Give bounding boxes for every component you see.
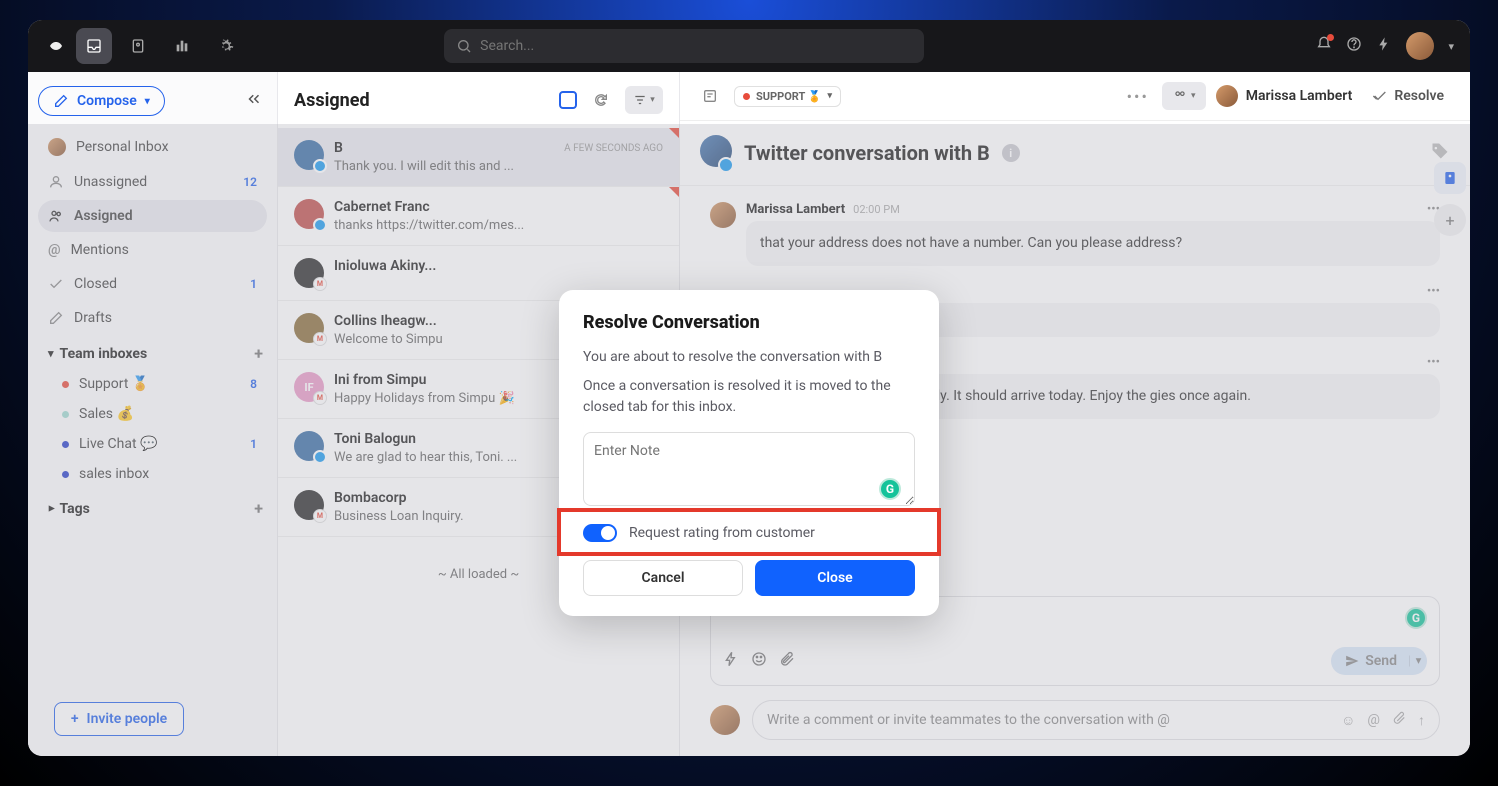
grammarly-icon[interactable]: G [879,478,901,500]
chevron-down-icon: ▾ [145,96,150,107]
user-menu-chevron-icon[interactable]: ▾ [1448,40,1454,53]
modal-close-button[interactable]: Close [755,560,915,596]
app-logo [44,34,68,58]
search-input[interactable] [480,38,912,54]
thread-list-header: Assigned ▾ [278,72,679,128]
note-mode-icon[interactable] [696,82,724,110]
sort-filter-button[interactable]: ▾ [625,86,663,114]
refresh-icon[interactable] [587,86,615,114]
resolve-button[interactable]: Resolve [1362,82,1454,110]
request-rating-row: Request rating from customer [559,510,939,554]
assignee-dropdown[interactable]: ▾ [1162,82,1206,110]
notifications-icon[interactable] [1316,36,1332,56]
more-actions-icon[interactable]: ••• [1124,82,1152,110]
inbox-tag-label: SUPPORT 🏅 [756,90,821,103]
bolt-icon[interactable] [1376,36,1392,56]
assignee-pill[interactable]: Marissa Lambert [1216,85,1353,107]
topbar: ▾ [28,20,1470,72]
compose-label: Compose [77,93,137,109]
collapse-sidebar-icon[interactable] [245,90,263,112]
user-avatar[interactable] [1406,32,1434,60]
nav-settings-icon[interactable] [208,28,244,64]
global-search[interactable] [444,29,924,63]
modal-text: You are about to resolve the conversatio… [583,347,915,368]
conversation-header: SUPPORT 🏅 ▾ ••• ▾ Marissa Lambert Resolv… [680,72,1470,121]
select-all-checkbox[interactable] [559,91,577,109]
modal-text: Once a conversation is resolved it is mo… [583,376,915,418]
topbar-right: ▾ [1316,32,1454,60]
inbox-tag[interactable]: SUPPORT 🏅 ▾ [734,86,841,107]
app-window: ▾ Compose ▾ Personal Inbox [28,20,1470,756]
help-icon[interactable] [1346,36,1362,56]
modal-title: Resolve Conversation [583,312,915,333]
main-body: Compose ▾ Personal Inbox Unassigned 12 [28,72,1470,756]
thread-list-title: Assigned [294,90,549,111]
modal-cancel-button[interactable]: Cancel [583,560,743,596]
nav-contacts-icon[interactable] [120,28,156,64]
assignee-name: Marissa Lambert [1246,88,1353,104]
resolve-label: Resolve [1394,88,1444,104]
resolve-modal: Resolve Conversation You are about to re… [559,290,939,616]
compose-button[interactable]: Compose ▾ [38,86,165,116]
nav-inbox-icon[interactable] [76,28,112,64]
toggle-label: Request rating from customer [629,525,815,541]
assignee-avatar [1216,85,1238,107]
resolve-note-input[interactable] [583,432,915,506]
request-rating-toggle[interactable] [583,524,617,542]
nav-reports-icon[interactable] [164,28,200,64]
